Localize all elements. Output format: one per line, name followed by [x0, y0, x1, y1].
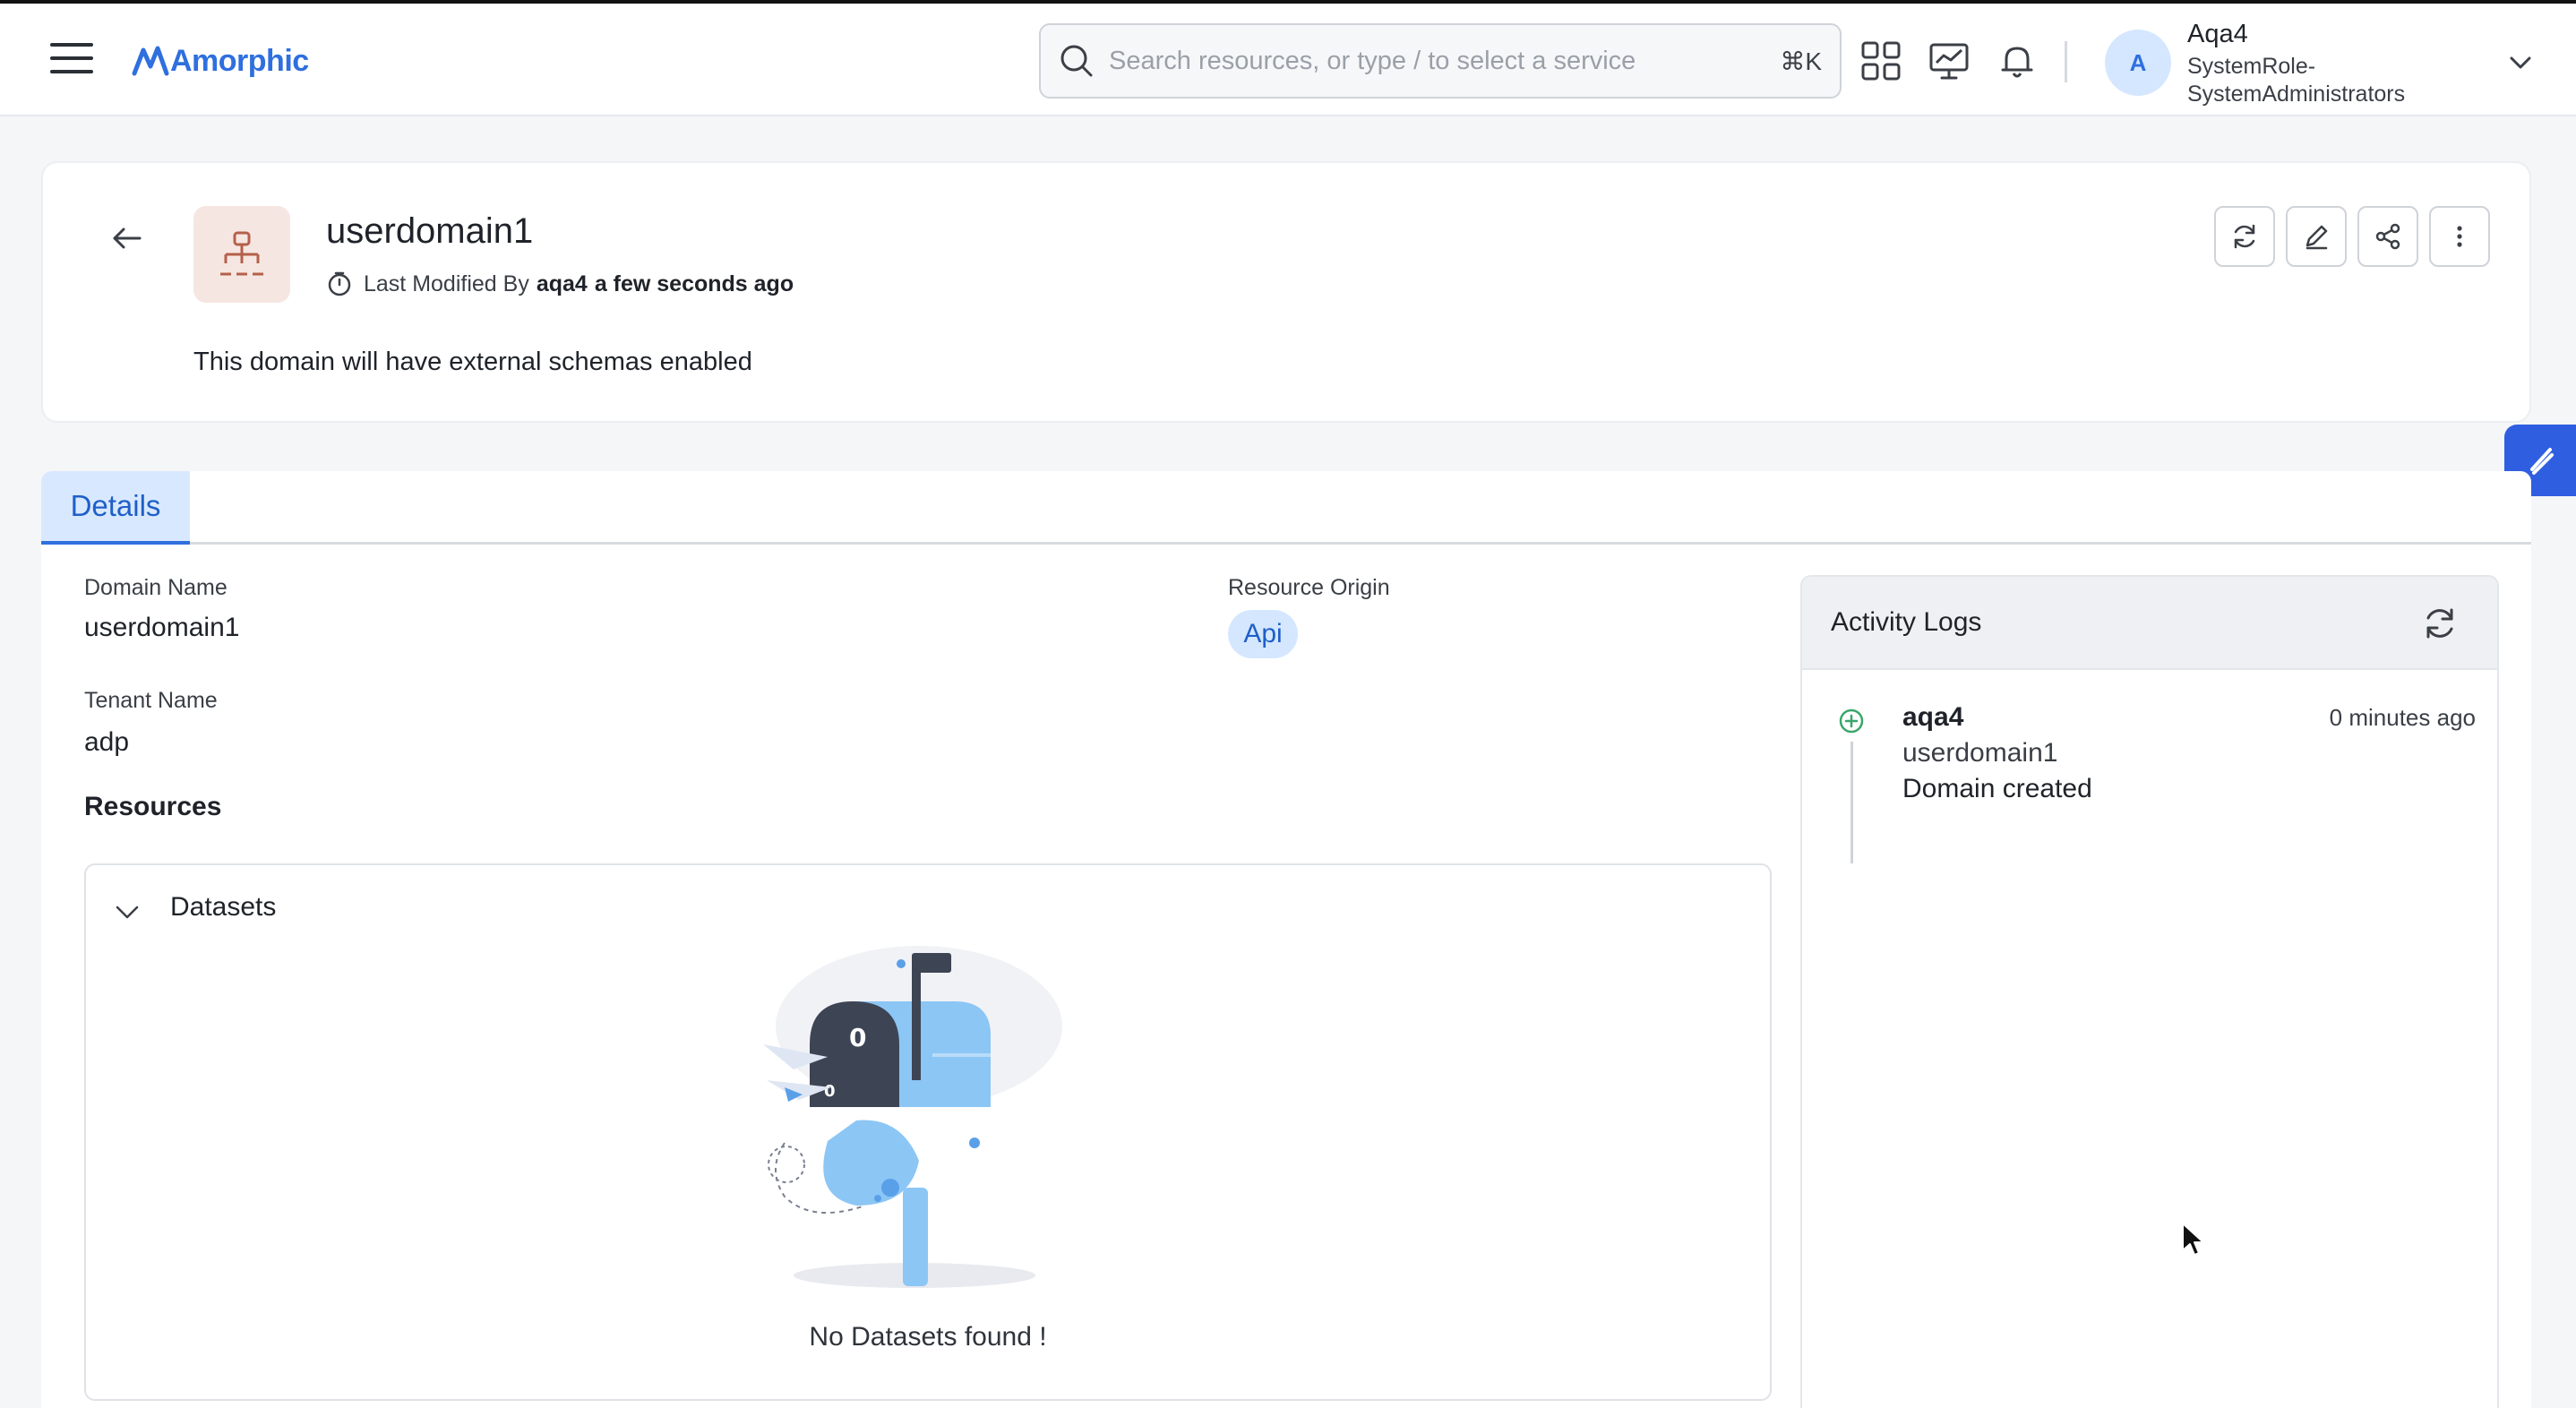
refresh-button[interactable]	[2214, 206, 2275, 267]
menu-icon[interactable]	[50, 43, 93, 79]
timeline-line	[1850, 742, 1853, 863]
modified-prefix: Last Modified By	[364, 270, 529, 296]
app-name: Amorphic	[170, 43, 309, 78]
app-logo[interactable]: Amorphic	[131, 34, 309, 88]
apps-grid-icon[interactable]	[1859, 39, 1902, 82]
empty-mailbox-illustration: 0 0	[763, 946, 1062, 1288]
clock-icon	[328, 271, 351, 296]
refresh-icon	[2234, 224, 2255, 249]
modified-when: a few seconds ago	[594, 270, 794, 296]
more-vertical-icon	[2457, 226, 2462, 247]
amorphic-logo-icon	[132, 46, 169, 76]
search-bar[interactable]: ⌘K	[1039, 23, 1842, 99]
chevron-down-icon[interactable]	[113, 897, 142, 926]
resources-title: Resources	[84, 792, 222, 821]
last-modified: Last Modified By aqa4 a few seconds ago	[326, 270, 801, 297]
domain-description: This domain will have external schemas e…	[193, 348, 752, 376]
log-action: Domain created	[1902, 774, 2092, 803]
user-name: Aqa4	[2187, 20, 2248, 48]
log-user: aqa4	[1902, 702, 1964, 732]
search-icon	[1060, 45, 1093, 77]
details-panel: Domain Name userdomain1 Tenant Name adp …	[41, 545, 2531, 1408]
log-entity: userdomain1	[1902, 738, 2058, 768]
search-input[interactable]	[1109, 46, 1781, 76]
log-time: 0 minutes ago	[2329, 704, 2476, 731]
share-icon	[2375, 223, 2400, 250]
domain-name-label: Domain Name	[84, 575, 228, 600]
svg-text:0: 0	[824, 1082, 836, 1101]
activity-logs-panel: Activity Logs aqa4 0 minutes ago userdom…	[1800, 575, 2499, 1408]
modified-by: aqa4	[536, 270, 588, 296]
datasets-empty-message: No Datasets found !	[809, 1322, 1047, 1352]
mouse-cursor-icon	[2182, 1223, 2204, 1256]
resource-origin-badge: Api	[1228, 610, 1298, 658]
refresh-icon[interactable]	[2420, 604, 2460, 643]
activity-logs-header: Activity Logs	[1802, 577, 2497, 670]
svg-text:0: 0	[849, 1023, 866, 1052]
top-bar: Amorphic ⌘K A Aqa4 SystemRole-SystemAdmi…	[0, 0, 2576, 116]
page-title: userdomain1	[326, 211, 534, 251]
edit-icon	[2306, 225, 2328, 250]
back-arrow-icon[interactable]	[109, 220, 145, 256]
tenant-name-value: adp	[84, 727, 130, 757]
domain-name-value: userdomain1	[84, 613, 240, 642]
bell-icon[interactable]	[1996, 39, 2039, 82]
tabs-bar: Details	[41, 471, 2531, 545]
activity-logs-title: Activity Logs	[1831, 607, 1982, 637]
domain-avatar	[193, 206, 290, 303]
share-button[interactable]	[2357, 206, 2418, 267]
edit-button[interactable]	[2286, 206, 2347, 267]
domain-header-card: userdomain1 Last Modified By aqa4 a few …	[41, 161, 2531, 423]
tab-details[interactable]: Details	[41, 471, 190, 545]
lightning-icon	[2530, 448, 2554, 475]
plus-circle-icon	[1839, 708, 1864, 734]
datasets-title[interactable]: Datasets	[170, 892, 276, 923]
org-hierarchy-icon	[220, 231, 263, 276]
user-role: SystemRole-SystemAdministrators	[2187, 54, 2406, 107]
datasets-accordion: Datasets 0 0 No Datasets found !	[84, 863, 1772, 1401]
chevron-down-icon[interactable]	[2508, 50, 2533, 75]
header-divider	[2065, 41, 2067, 82]
resource-origin-label: Resource Origin	[1228, 575, 1390, 600]
tenant-name-label: Tenant Name	[84, 688, 218, 713]
more-options-button[interactable]	[2429, 206, 2490, 267]
avatar[interactable]: A	[2105, 30, 2171, 96]
dashboard-chart-icon[interactable]	[1928, 39, 1971, 82]
search-shortcut: ⌘K	[1780, 47, 1822, 75]
